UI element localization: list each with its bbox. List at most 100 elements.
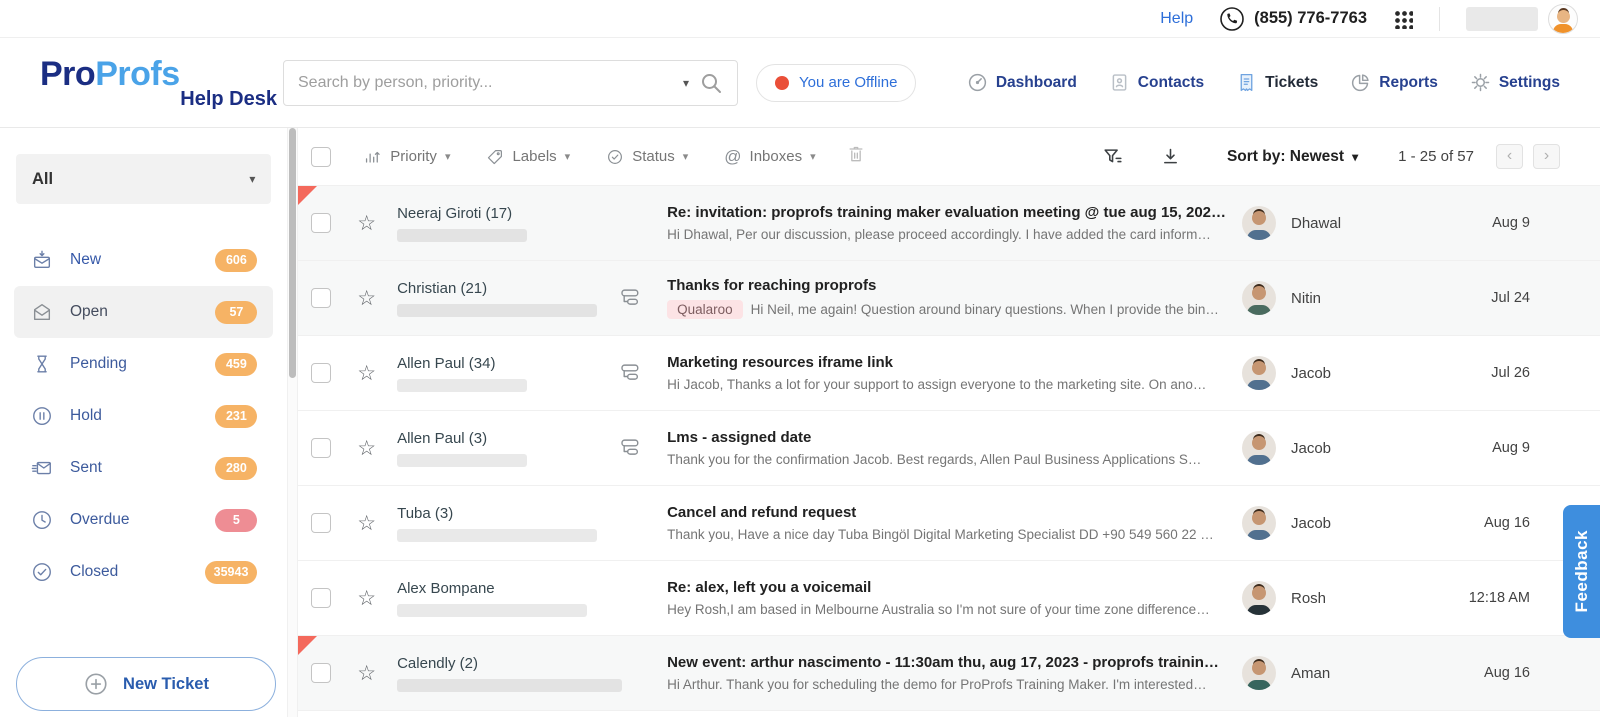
row-checkbox[interactable]	[311, 213, 331, 233]
feedback-tab[interactable]: Feedback	[1563, 505, 1600, 638]
star-icon[interactable]: ☆	[357, 213, 376, 234]
requester: Allen Paul (3)	[397, 430, 615, 467]
row-checkbox[interactable]	[311, 288, 331, 308]
requester: Calendly (2)	[397, 655, 615, 692]
row-checkbox[interactable]	[311, 663, 331, 683]
ticket-subject: New event: arthur nascimento - 11:30am t…	[667, 654, 1226, 671]
logo-part-profs: Profs	[95, 55, 179, 93]
trash-icon	[846, 144, 866, 164]
priority-filter[interactable]: Priority ▾	[363, 147, 450, 166]
requester-email-redacted	[397, 379, 527, 392]
help-link[interactable]: Help	[1160, 10, 1193, 28]
ticket-message: Cancel and refund request Thank you, Hav…	[667, 504, 1242, 542]
inboxes-filter[interactable]: @ Inboxes ▾	[724, 147, 815, 167]
nav-tickets[interactable]: Tickets	[1236, 72, 1318, 93]
ticket-row[interactable]: ☆ Calendly (2) New event: arthur nascime…	[298, 636, 1600, 711]
sidebar-item-sent[interactable]: Sent 280	[14, 442, 273, 494]
ticket-row[interactable]: ☆ Allen Paul (34) Marketing resources if…	[298, 336, 1600, 411]
assignee-avatar	[1242, 431, 1276, 465]
user-avatar[interactable]	[1548, 4, 1578, 34]
ticket-preview: Thank you for the confirmation Jacob. Be…	[667, 452, 1201, 467]
download-icon	[1160, 146, 1181, 167]
row-checkbox[interactable]	[311, 513, 331, 533]
ticket-row[interactable]: ☆ Allen Paul (3) Lms - assigned date Tha…	[298, 411, 1600, 486]
delete-button[interactable]	[846, 144, 866, 169]
ticket-label-chip: Qualaroo	[667, 300, 743, 319]
phone-number[interactable]: (855) 776-7763	[1219, 6, 1367, 32]
offline-status-pill[interactable]: You are Offline	[756, 64, 916, 102]
select-all-checkbox[interactable]	[311, 147, 331, 167]
chevron-down-icon: ▾	[565, 150, 571, 163]
tickets-icon	[1236, 72, 1257, 93]
user-name-redacted	[1466, 7, 1538, 31]
ticket-subject: Cancel and refund request	[667, 504, 1226, 521]
next-page-button[interactable]: ›	[1533, 144, 1560, 169]
ticket-row[interactable]: ☆ Alex Bompane Re: alex, left you a voic…	[298, 561, 1600, 636]
export-button[interactable]	[1160, 146, 1181, 167]
row-checkbox[interactable]	[311, 438, 331, 458]
new-ticket-button[interactable]: New Ticket	[16, 657, 276, 711]
assignee-avatar	[1242, 206, 1276, 240]
filter-group: Priority ▾ Labels ▾ Status	[363, 147, 815, 167]
star-icon[interactable]: ☆	[357, 663, 376, 684]
ticket-date: Aug 16	[1450, 515, 1530, 531]
phone-number-text: (855) 776-7763	[1254, 9, 1367, 28]
sidebar-item-label: New	[70, 251, 101, 269]
assignee-name: Jacob	[1291, 440, 1331, 457]
count-badge: 231	[215, 405, 257, 428]
ticket-row[interactable]: ☆ Neeraj Giroti (17) Re: invitation: pro…	[298, 186, 1600, 261]
search-icon[interactable]	[699, 71, 723, 95]
chevron-down-icon: ▾	[810, 150, 816, 163]
sidebar-item-hold[interactable]: Hold 231	[14, 390, 273, 442]
nav-contacts[interactable]: Contacts	[1109, 72, 1204, 93]
requester-email-redacted	[397, 304, 597, 317]
vertical-scrollbar[interactable]	[287, 128, 298, 717]
inbox-new-icon	[30, 249, 54, 271]
star-icon[interactable]: ☆	[357, 588, 376, 609]
apps-grid-icon[interactable]	[1393, 9, 1413, 29]
sort-dropdown[interactable]: Sort by: Newest ▾	[1227, 148, 1358, 166]
sidebar-item-open[interactable]: Open 57	[14, 286, 273, 338]
requester-name: Alex Bompane	[397, 580, 615, 597]
star-icon[interactable]: ☆	[357, 438, 376, 459]
prev-page-button[interactable]: ‹	[1496, 144, 1523, 169]
top-utility-bar: Help (855) 776-7763	[0, 0, 1600, 38]
sidebar-item-new[interactable]: New 606	[14, 234, 273, 286]
child-ticket-icon	[615, 287, 643, 309]
nav-reports[interactable]: Reports	[1350, 72, 1438, 93]
ticket-date: Jul 24	[1450, 290, 1530, 306]
sidebar-item-overdue[interactable]: Overdue 5	[14, 494, 273, 546]
ticket-message: Re: invitation: proprofs training maker …	[667, 204, 1242, 242]
ticket-row[interactable]: ☆ Tuba (3) Cancel and refund request Tha…	[298, 486, 1600, 561]
pager: ‹ ›	[1496, 144, 1560, 169]
ticket-subject: Thanks for reaching proprofs	[667, 277, 1226, 294]
row-checkbox[interactable]	[311, 363, 331, 383]
nav-dashboard[interactable]: Dashboard	[967, 72, 1077, 93]
nav-dashboard-label: Dashboard	[996, 74, 1077, 92]
ticket-subject: Lms - assigned date	[667, 429, 1226, 446]
sidebar-item-pending[interactable]: Pending 459	[14, 338, 273, 390]
advanced-filter-button[interactable]	[1102, 146, 1124, 168]
star-icon[interactable]: ☆	[357, 363, 376, 384]
nav-settings[interactable]: Settings	[1470, 72, 1560, 93]
body: All ▾ New 606 Open 57	[0, 128, 1600, 717]
assignee: Jacob	[1242, 506, 1450, 540]
assignee-avatar	[1242, 356, 1276, 390]
scrollbar-thumb[interactable]	[289, 128, 296, 378]
helpdesk-app: Help (855) 776-7763 ProProfs Help Desk ▾	[0, 0, 1600, 718]
star-icon[interactable]: ☆	[357, 513, 376, 534]
assignee-avatar	[1242, 656, 1276, 690]
search-input[interactable]	[298, 74, 673, 92]
status-filter[interactable]: Status ▾	[606, 148, 688, 166]
inbox-filter-dropdown[interactable]: All ▾	[16, 154, 271, 204]
sidebar-item-closed[interactable]: Closed 35943	[14, 546, 273, 598]
row-checkbox[interactable]	[311, 588, 331, 608]
offline-status-text: You are Offline	[799, 74, 897, 91]
contacts-icon	[1109, 72, 1130, 93]
search-scope-caret-icon[interactable]: ▾	[683, 76, 689, 90]
proprofs-logo[interactable]: ProProfs Help Desk	[0, 55, 283, 111]
star-icon[interactable]: ☆	[357, 288, 376, 309]
search-box[interactable]: ▾	[283, 60, 738, 106]
ticket-row[interactable]: ☆ Christian (21) Thanks for reaching pro…	[298, 261, 1600, 336]
labels-filter[interactable]: Labels ▾	[486, 148, 570, 166]
